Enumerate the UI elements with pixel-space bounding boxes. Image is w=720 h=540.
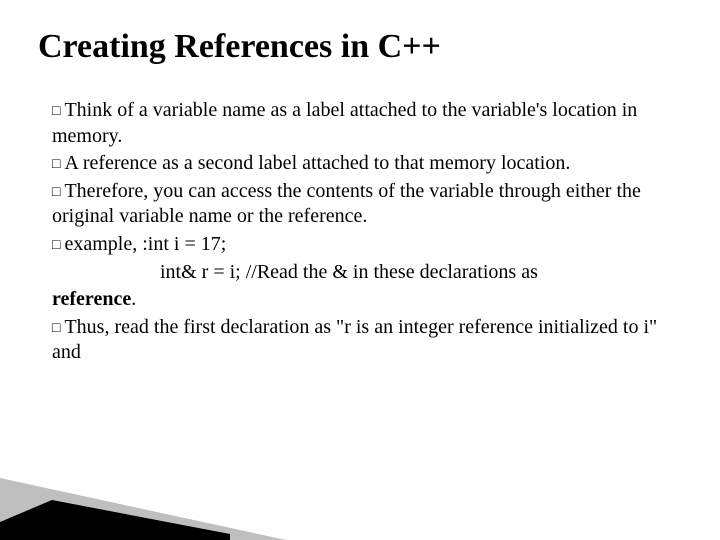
bullet-1-rest: of a variable name as a label attached t…	[52, 99, 637, 147]
slide: Creating References in C++ □ Think of a v…	[0, 0, 720, 540]
slide-body: □ Think of a variable name as a label att…	[52, 98, 672, 368]
slide-title: Creating References in C++	[38, 28, 441, 66]
bullet-4-line2: int& r = i; //Read the & in these declar…	[160, 260, 672, 286]
bullet-icon: □	[52, 104, 60, 119]
bullet-4-lead: example,	[64, 233, 137, 255]
bullet-4-line3: reference.	[52, 287, 672, 313]
bullet-4: □ example, :int i = 17;	[52, 232, 672, 258]
bullet-icon: □	[52, 321, 60, 336]
bullet-3: □Therefore, you can access the contents …	[52, 179, 672, 230]
bullet-3-lead: Therefore,	[64, 180, 148, 202]
bullet-1: □ Think of a variable name as a label att…	[52, 98, 672, 149]
bullet-4-line2a: int& r = i; //Read the & in these declar…	[160, 261, 538, 283]
corner-decoration-black	[0, 482, 230, 540]
bullet-2-rest: reference as a second label attached to …	[78, 152, 571, 174]
bullet-icon: □	[52, 185, 60, 200]
bullet-2-lead: A	[64, 152, 77, 174]
bullet-4-rest: :int i = 17;	[137, 233, 226, 255]
bullet-1-lead: Think	[64, 99, 112, 121]
bullet-4-line2b: reference	[52, 288, 131, 310]
bullet-5: □ Thus, read the first declaration as "r …	[52, 315, 672, 366]
bullet-5-rest: read the first declaration as "r is an i…	[52, 316, 657, 364]
bullet-icon: □	[52, 157, 60, 172]
bullet-5-lead: Thus,	[64, 316, 109, 338]
bullet-icon: □	[52, 238, 60, 253]
bullet-2: □ A reference as a second label attached …	[52, 151, 672, 177]
bullet-4-line2c: .	[131, 288, 136, 310]
